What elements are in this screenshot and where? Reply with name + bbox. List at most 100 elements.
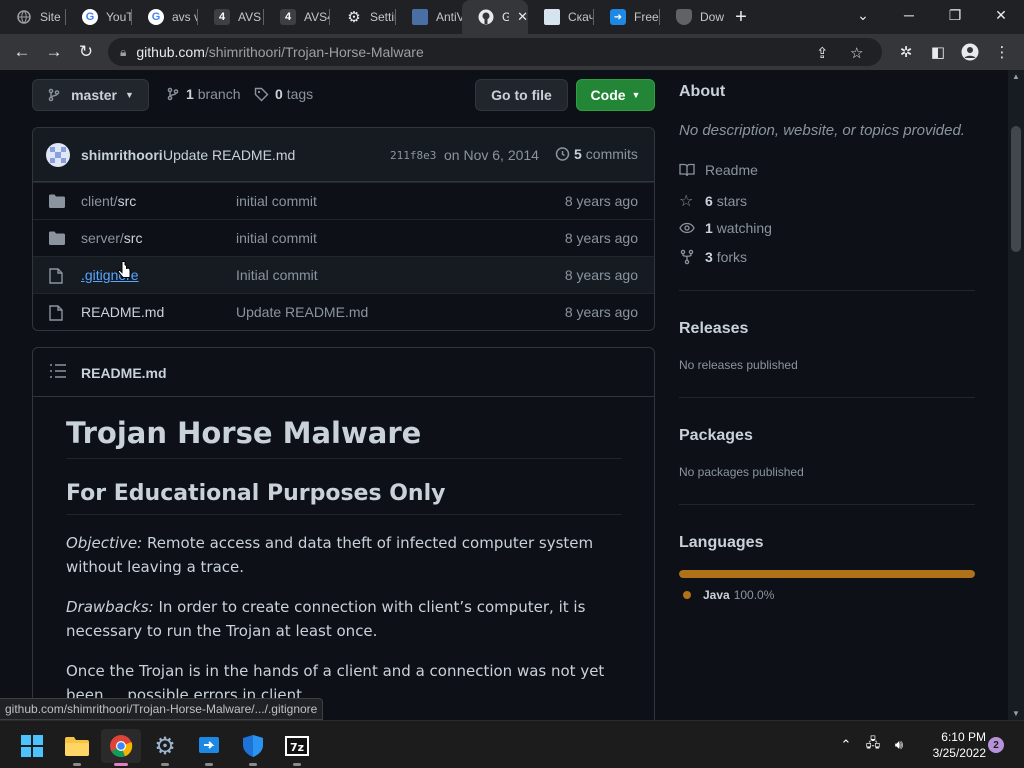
watching-label: watching: [716, 220, 772, 236]
commit-count: 5: [574, 146, 582, 162]
tab-antivirus[interactable]: AntiV: [396, 0, 462, 34]
packages-title[interactable]: Packages: [679, 427, 753, 445]
mouse-cursor-icon: [117, 260, 133, 285]
readme-paragraph: Objective: Remote access and data theft …: [66, 531, 622, 579]
language-bar: [679, 570, 975, 578]
tab-avs-2[interactable]: 4 AVS4: [264, 0, 330, 34]
tab-download[interactable]: Dow: [660, 0, 726, 34]
minimize-button[interactable]: ─: [886, 0, 932, 30]
branch-select-button[interactable]: master ▼: [32, 79, 149, 111]
browser-menu-icon[interactable]: ⋮: [986, 34, 1018, 70]
readme-link[interactable]: Readme: [679, 162, 758, 178]
file-explorer-button[interactable]: [57, 729, 97, 766]
branches-link[interactable]: 1 branch: [166, 86, 241, 102]
clock-time: 6:10 PM: [941, 730, 986, 744]
tray-overflow-icon[interactable]: ⌃: [836, 721, 856, 768]
network-icon[interactable]: 🖧︎: [862, 721, 884, 768]
running-indicator: [293, 763, 301, 766]
divider: [679, 504, 975, 505]
file-commit-message[interactable]: Initial commit: [236, 267, 318, 283]
browser-toolbar: ← → ↻ 🔒︎ github.com/shimrithoori/Trojan-…: [0, 34, 1024, 70]
back-button[interactable]: ←: [6, 34, 38, 70]
running-indicator: [161, 763, 169, 766]
tab-site[interactable]: Site E: [0, 0, 66, 34]
windows-taskbar: ⚙ 7z ⌃ 🖧︎ 🔊︎ 6:10 PM 3/25/2022 2: [0, 720, 1024, 768]
file-name-dir-part: client/: [81, 193, 118, 209]
avatar[interactable]: [46, 143, 70, 167]
forward-button[interactable]: →: [38, 34, 70, 70]
scrollbar-thumb[interactable]: [1011, 126, 1021, 252]
shield-icon: [243, 735, 263, 757]
tab-settings[interactable]: ⚙ Settir: [330, 0, 396, 34]
tab-download-ru[interactable]: Скач: [528, 0, 594, 34]
settings-button[interactable]: ⚙: [145, 729, 185, 766]
divider: [679, 290, 975, 291]
file-name-link[interactable]: README.md: [81, 304, 164, 320]
tab-avs-1[interactable]: 4 AVS \: [198, 0, 264, 34]
list-icon[interactable]: [50, 364, 66, 383]
bookmark-star-icon[interactable]: ☆: [850, 44, 863, 62]
tab-avs-search[interactable]: G avs v: [132, 0, 198, 34]
restore-button[interactable]: ❐: [932, 0, 978, 30]
scroll-up-arrow[interactable]: ▲: [1012, 72, 1020, 81]
file-name-leaf-part: src: [123, 230, 143, 246]
commit-sha[interactable]: 211f8e3: [390, 149, 436, 162]
tags-link[interactable]: 0 tags: [254, 86, 313, 102]
file-commit-message[interactable]: initial commit: [236, 193, 317, 209]
tab-label: AVS4: [304, 10, 330, 24]
forks-link[interactable]: 3 forks: [679, 249, 747, 265]
side-panel-icon[interactable]: ◧: [922, 34, 954, 70]
tab-free[interactable]: ➜ Free: [594, 0, 660, 34]
7zip-button[interactable]: 7z: [277, 729, 317, 766]
defender-button[interactable]: [233, 729, 273, 766]
volume-icon[interactable]: 🔊︎: [888, 721, 910, 768]
eye-icon: [679, 222, 695, 234]
file-name-link[interactable]: client/src: [81, 193, 136, 209]
paragraph-label: Drawbacks:: [66, 598, 154, 616]
languages-title: Languages: [679, 534, 764, 551]
new-tab-button[interactable]: +: [726, 0, 756, 34]
tab-label: AVS \: [238, 10, 264, 24]
commit-author[interactable]: shimrithoori: [81, 147, 163, 163]
chrome-button[interactable]: [101, 729, 141, 766]
page-scrollbar[interactable]: ▲ ▼: [1008, 70, 1024, 720]
running-indicator: [73, 763, 81, 766]
windows-logo-icon: [21, 735, 43, 757]
notification-badge[interactable]: 2: [988, 737, 1004, 753]
clock[interactable]: 6:10 PM 3/25/2022: [914, 729, 986, 761]
go-to-file-button[interactable]: Go to file: [475, 79, 568, 111]
profile-icon[interactable]: [954, 34, 986, 70]
shield-icon: [676, 9, 692, 25]
start-button[interactable]: [12, 729, 52, 763]
latest-commit-bar: shimrithoori Update README.md 211f8e3 on…: [33, 128, 654, 182]
branch-count: 1: [186, 86, 194, 102]
file-commit-message[interactable]: Update README.md: [236, 304, 368, 320]
readme-filename[interactable]: README.md: [81, 365, 167, 381]
share-icon[interactable]: ⇪: [816, 44, 829, 62]
tab-search-icon[interactable]: ⌄: [840, 0, 886, 30]
branch-icon: [167, 87, 179, 101]
github-icon: [478, 9, 494, 25]
commits-link[interactable]: 5 commits: [554, 146, 638, 162]
close-window-button[interactable]: ✕: [978, 0, 1024, 30]
remote-app-button[interactable]: [189, 729, 229, 766]
readme-link-label: Readme: [705, 162, 758, 178]
stars-link[interactable]: ☆ 6 stars: [679, 191, 747, 211]
tab-youtube[interactable]: G YouT: [66, 0, 132, 34]
tab-github-active[interactable]: G ✕: [462, 0, 528, 34]
commit-message[interactable]: Update README.md: [163, 147, 295, 163]
extensions-icon[interactable]: ✲: [890, 34, 922, 70]
releases-title[interactable]: Releases: [679, 320, 748, 338]
scroll-down-arrow[interactable]: ▼: [1012, 709, 1020, 718]
code-button[interactable]: Code ▼: [576, 79, 655, 111]
remote-desktop-icon: [199, 737, 219, 753]
language-legend-java[interactable]: Java 100.0%: [683, 588, 774, 602]
image-icon: [544, 9, 560, 25]
close-icon[interactable]: ✕: [517, 9, 528, 25]
file-commit-message[interactable]: initial commit: [236, 230, 317, 246]
reload-button[interactable]: ↻: [70, 34, 102, 70]
address-bar[interactable]: 🔒︎ github.com/shimrithoori/Trojan-Horse-…: [108, 38, 882, 66]
watching-link[interactable]: 1 watching: [679, 220, 772, 236]
file-name-link[interactable]: server/src: [81, 230, 142, 246]
file-age: 8 years ago: [564, 230, 638, 246]
